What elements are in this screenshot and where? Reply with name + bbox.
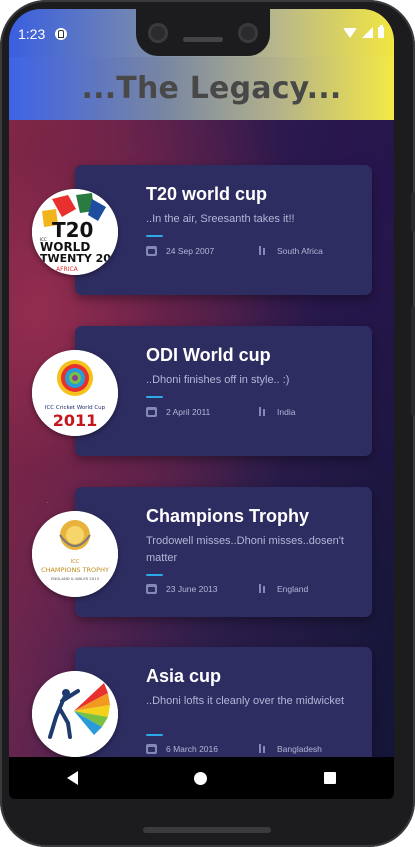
venue-text: Bangladesh bbox=[277, 744, 322, 754]
venue-meta: Bangladesh bbox=[257, 744, 322, 754]
calendar-icon bbox=[146, 246, 157, 256]
date-meta: 23 June 2013 bbox=[146, 584, 218, 594]
trophy-card[interactable]: Asia cup ..Dhoni lofts it cleanly over t… bbox=[9, 647, 394, 757]
volume-button bbox=[411, 306, 415, 416]
card-body[interactable]: Champions Trophy Trodowell misses..Dhoni… bbox=[75, 487, 372, 617]
recents-icon[interactable] bbox=[323, 772, 336, 784]
date-meta: 24 Sep 2007 bbox=[146, 246, 214, 256]
calendar-icon bbox=[146, 744, 157, 754]
t20-world-cup-logo: T20 ICC WORLD TWENTY 20 AFRICA bbox=[32, 189, 118, 275]
card-body[interactable]: ODI World cup ..Dhoni finishes off in st… bbox=[75, 326, 372, 456]
card-description: ..In the air, Sreesanth takes it!! bbox=[146, 213, 295, 225]
status-icons bbox=[343, 25, 384, 38]
date-text: 24 Sep 2007 bbox=[166, 246, 215, 256]
card-body[interactable]: Asia cup ..Dhoni lofts it cleanly over t… bbox=[75, 647, 372, 757]
earpiece bbox=[183, 37, 223, 42]
front-camera-icon bbox=[238, 23, 258, 43]
location-icon bbox=[257, 407, 268, 417]
venue-text: India bbox=[277, 407, 296, 417]
app-header: ...The Legacy... bbox=[9, 57, 394, 120]
camera-notch bbox=[136, 9, 270, 56]
calendar-icon bbox=[146, 584, 157, 594]
signal-icon bbox=[362, 27, 373, 38]
card-title: Asia cup bbox=[146, 666, 222, 686]
champions-trophy-logo: ICC CHAMPIONS TROPHY ENGLAND & WALES 201… bbox=[32, 511, 118, 597]
trophy-list[interactable]: T20 world cup ..In the air, Sreesanth ta… bbox=[9, 120, 394, 757]
date-text: 2 April 2011 bbox=[166, 407, 211, 417]
svg-text:TWENTY 20: TWENTY 20 bbox=[40, 252, 111, 265]
front-camera-icon bbox=[148, 23, 168, 43]
card-title: ODI World cup bbox=[146, 345, 271, 365]
date-meta: 2 April 2011 bbox=[146, 407, 210, 417]
odi-world-cup-logo: ICC Cricket World Cup 2011 bbox=[32, 350, 118, 436]
accent-line bbox=[146, 734, 163, 736]
svg-text:AFRICA: AFRICA bbox=[56, 266, 79, 273]
trophy-card[interactable]: T20 world cup ..In the air, Sreesanth ta… bbox=[9, 165, 394, 297]
asia-cup-logo bbox=[32, 671, 118, 757]
location-icon bbox=[257, 744, 268, 754]
screen: 1:23 ...The Legacy... T20 world cup ..In… bbox=[9, 9, 394, 799]
system-nav-bar bbox=[9, 757, 394, 799]
status-time: 1:23 bbox=[18, 26, 46, 42]
svg-text:T20: T20 bbox=[52, 218, 93, 242]
page-title: ...The Legacy... bbox=[81, 71, 342, 106]
venue-meta: England bbox=[257, 584, 308, 594]
location-icon bbox=[257, 246, 268, 256]
card-description: ..Dhoni finishes off in style.. :) bbox=[146, 374, 290, 386]
power-button bbox=[411, 192, 415, 232]
bottom-speaker bbox=[143, 827, 271, 833]
calendar-icon bbox=[146, 407, 157, 417]
svg-text:2011: 2011 bbox=[53, 411, 98, 430]
card-description: ..Dhoni lofts it cleanly over the midwic… bbox=[146, 695, 345, 707]
status-bar: 1:23 bbox=[9, 9, 394, 57]
phone-frame: 1:23 ...The Legacy... T20 world cup ..In… bbox=[0, 0, 415, 847]
date-meta: 6 March 2016 bbox=[146, 744, 218, 754]
accent-line bbox=[146, 235, 163, 237]
home-icon[interactable] bbox=[194, 771, 208, 785]
venue-text: South Africa bbox=[277, 246, 323, 256]
back-icon[interactable] bbox=[67, 771, 79, 785]
trophy-card[interactable]: ODI World cup ..Dhoni finishes off in st… bbox=[9, 326, 394, 458]
notification-app-icon bbox=[55, 28, 67, 40]
venue-text: England bbox=[277, 584, 309, 594]
card-title: Champions Trophy bbox=[146, 506, 310, 526]
svg-text:CHAMPIONS TROPHY: CHAMPIONS TROPHY bbox=[41, 566, 109, 574]
date-text: 6 March 2016 bbox=[166, 744, 218, 754]
battery-icon bbox=[378, 25, 384, 38]
venue-meta: India bbox=[257, 407, 295, 417]
card-title: T20 world cup bbox=[146, 184, 268, 204]
location-icon bbox=[257, 584, 268, 594]
venue-meta: South Africa bbox=[257, 246, 323, 256]
card-body[interactable]: T20 world cup ..In the air, Sreesanth ta… bbox=[75, 165, 372, 295]
card-description: Trodowell misses..Dhoni misses..dosen't … bbox=[146, 535, 344, 564]
accent-line bbox=[146, 396, 163, 398]
trophy-card[interactable]: Champions Trophy Trodowell misses..Dhoni… bbox=[9, 487, 394, 619]
accent-line bbox=[146, 574, 163, 576]
date-text: 23 June 2013 bbox=[166, 584, 218, 594]
svg-text:ICC: ICC bbox=[71, 559, 80, 565]
wifi-icon bbox=[343, 27, 357, 38]
svg-text:ENGLAND & WALES 2013: ENGLAND & WALES 2013 bbox=[51, 576, 100, 581]
